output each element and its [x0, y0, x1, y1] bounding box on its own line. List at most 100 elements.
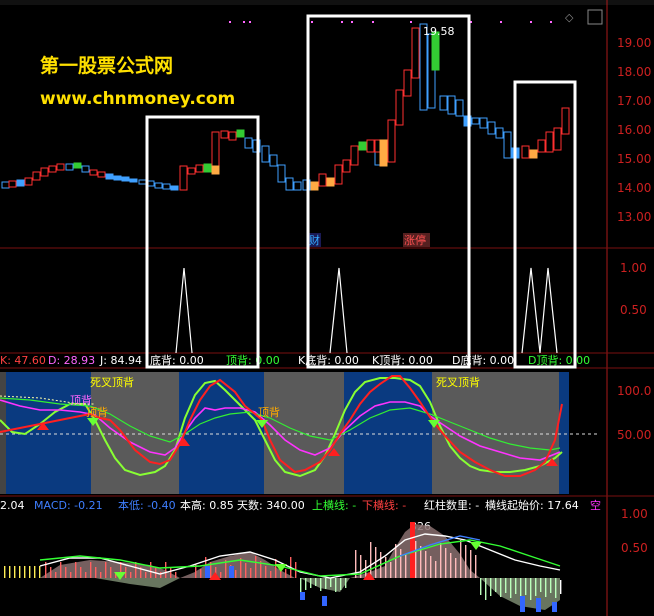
macd-bar — [475, 555, 477, 578]
macd-bar — [495, 578, 497, 592]
macd-bar — [415, 541, 417, 578]
macd-bar — [550, 578, 552, 593]
signal-axis-label: 0.50 — [620, 303, 647, 317]
macd-bar — [520, 578, 522, 599]
annotation-top-divergence: 顶背 — [86, 405, 108, 419]
toolbar-diamond-icon[interactable]: ◇ — [565, 11, 574, 24]
macd-bar — [460, 540, 462, 578]
status-item: D底背: 0.00 — [452, 353, 514, 367]
candlestick — [211, 165, 220, 175]
macd-bar — [55, 572, 57, 578]
macd-bar — [240, 558, 242, 578]
kdj-j-value: J: 84.94 — [99, 354, 142, 367]
macd-bar — [322, 596, 327, 606]
macd-bar — [270, 571, 272, 578]
macd-bar — [485, 578, 487, 600]
macd-bar — [200, 569, 202, 578]
macd-bar — [275, 559, 277, 578]
svg-text:涨停: 涨停 — [404, 233, 426, 247]
macd-bar — [510, 578, 512, 598]
macd-header-item: 2.04 — [0, 499, 25, 512]
macd-bar — [410, 522, 415, 578]
macd-bar — [425, 551, 427, 578]
peak-price-label: 19.58 — [423, 25, 455, 38]
macd-bar — [305, 578, 307, 590]
macd-bar — [4, 566, 6, 578]
macd-bar — [255, 556, 257, 578]
macd-header: 2.04 MACD: -0.21 本低: -0.40 本高: 0.85 天数: … — [0, 498, 601, 512]
candlestick — [16, 179, 25, 187]
macd-bar — [90, 562, 92, 578]
macd-bar — [390, 562, 392, 578]
macd-bar — [530, 578, 532, 600]
macd-header-item: 下横线: - — [362, 498, 406, 512]
macd-bar — [60, 562, 62, 578]
kdj-axis-label: 100.0 — [617, 384, 651, 398]
macd-bar — [490, 578, 492, 596]
candlestick — [310, 181, 319, 191]
annotation-dead-cross-top: 死叉顶背 — [436, 375, 480, 389]
macd-bar — [500, 578, 502, 597]
kdj-background-bands — [0, 372, 569, 494]
macd-bar — [535, 578, 537, 596]
status-item: D顶背: 0.00 — [528, 353, 590, 367]
macd-bar — [325, 578, 327, 589]
stock-chart-canvas[interactable]: ◇ 19.00 18.00 17.00 16.00 15.00 14.00 13… — [0, 0, 654, 616]
macd-bar — [95, 567, 97, 578]
status-item: 底背: 0.00 — [150, 353, 204, 367]
macd-bar — [515, 578, 517, 594]
macd-bar — [229, 566, 234, 578]
candlestick — [121, 176, 130, 182]
macd-bar — [330, 578, 332, 587]
macd-bar — [370, 542, 372, 578]
macd-bar — [9, 566, 11, 578]
candlestick — [529, 149, 538, 159]
macd-bar — [65, 567, 67, 578]
macd-bar — [505, 578, 507, 593]
annotation-top-divergence: 顶背 — [70, 393, 92, 407]
macd-bar — [430, 556, 432, 578]
kdj-axis-label: 50.00 — [617, 428, 651, 442]
candlestick — [105, 173, 114, 180]
macd-header-item: 本低: -0.40 — [118, 498, 176, 512]
price-axis-label: 15.00 — [617, 152, 651, 166]
macd-bar — [110, 567, 112, 578]
macd-bar — [39, 566, 41, 578]
tag-zhangting: 涨停 — [403, 233, 430, 247]
macd-bar — [250, 568, 252, 578]
macd-bar — [85, 572, 87, 578]
status-item: K顶背: 0.00 — [372, 353, 433, 367]
macd-bar — [345, 578, 347, 588]
macd-bar — [100, 572, 102, 578]
macd-bar — [135, 562, 137, 578]
macd-bar — [320, 578, 322, 591]
macd-bar — [552, 602, 557, 612]
macd-bar — [29, 566, 31, 578]
macd-axis-label: 1.00 — [621, 507, 648, 521]
macd-bar — [435, 561, 437, 578]
watermark-title: 第一股票公式网 — [40, 54, 173, 77]
macd-bar — [536, 598, 541, 612]
watermark-url: www.chnmoney.com — [40, 89, 235, 109]
macd-header-item: 红柱数里: - — [424, 498, 479, 512]
macd-bar — [75, 562, 77, 578]
macd-bar — [19, 566, 21, 578]
candlestick — [170, 185, 179, 191]
macd-bar — [395, 544, 397, 578]
status-item: 顶背: 0.00 — [226, 353, 280, 367]
candlestick — [203, 163, 212, 173]
kdj-k-value: K: 47.60 — [0, 354, 46, 367]
macd-header-item: 空 — [590, 498, 601, 512]
price-axis-label: 16.00 — [617, 123, 651, 137]
svg-text:财: 财 — [309, 233, 320, 247]
price-axis-label: 18.00 — [617, 65, 651, 79]
macd-header-item: 上横线: - — [312, 498, 356, 512]
macd-bar — [300, 592, 305, 600]
macd-bar — [24, 566, 26, 578]
macd-bar — [300, 578, 302, 592]
macd-bar — [145, 572, 147, 578]
candlestick — [113, 175, 122, 181]
macd-bar — [450, 553, 452, 578]
macd-bar — [545, 578, 547, 597]
macd-bar — [235, 570, 237, 578]
